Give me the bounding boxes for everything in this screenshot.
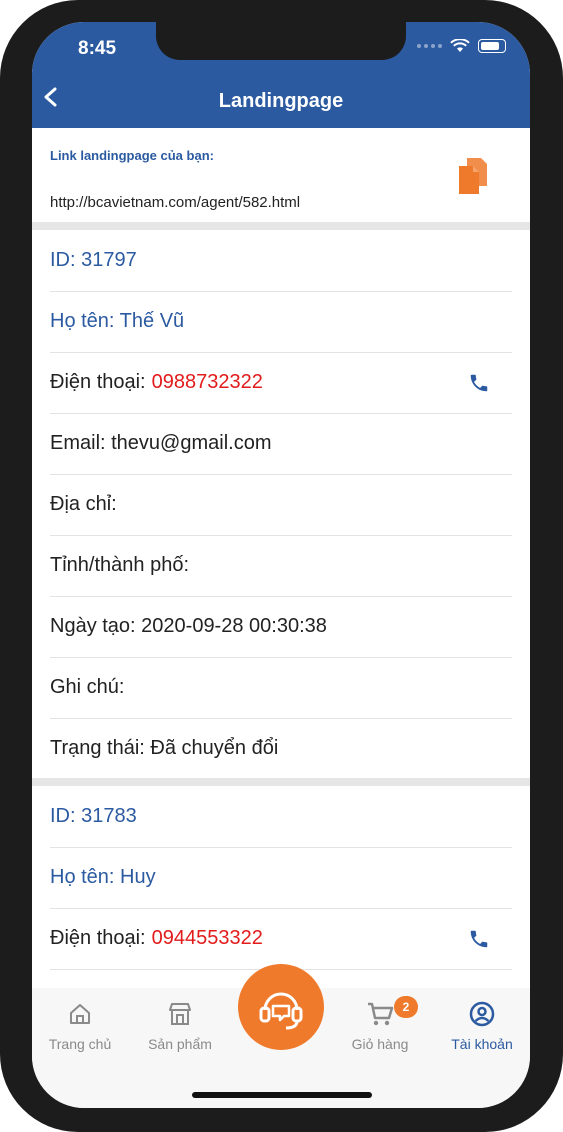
phone-frame: 8:45 Landingpage Link landingpage của bạ… xyxy=(0,0,563,1132)
support-button[interactable] xyxy=(238,964,324,1050)
lead-id: ID: 31783 xyxy=(50,786,512,848)
lead-city: Tỉnh/thành phố: xyxy=(50,535,512,597)
account-icon xyxy=(469,1001,495,1027)
lead-id: ID: 31797 xyxy=(50,230,512,292)
tab-account-label: Tài khoản xyxy=(451,1036,513,1052)
signal-icon xyxy=(417,44,442,48)
lead-email: Email: thevu@gmail.com xyxy=(50,413,512,475)
power-button xyxy=(557,220,563,340)
status-icons xyxy=(417,39,506,53)
tab-home[interactable]: Trang chủ xyxy=(32,1000,128,1052)
app-header: 8:45 Landingpage xyxy=(32,22,530,128)
tab-products[interactable]: Sản phẩm xyxy=(132,1000,228,1052)
status-time: 8:45 xyxy=(78,38,117,59)
phone-label: Điện thoại: xyxy=(50,927,146,949)
store-icon xyxy=(169,1003,191,1025)
phone-icon[interactable] xyxy=(468,928,490,950)
lead-phone-row: Điện thoại: 0944553322 xyxy=(50,908,512,970)
lead-name: Họ tên: Huy xyxy=(50,847,512,909)
tab-account[interactable]: Tài khoản xyxy=(434,1000,530,1052)
section-divider xyxy=(32,222,530,230)
lead-note: Ghi chú: xyxy=(50,657,512,719)
volume-down-button xyxy=(0,304,6,376)
mute-switch xyxy=(0,145,6,185)
app-screen: 8:45 Landingpage Link landingpage của bạ… xyxy=(32,22,530,1108)
lead-name: Họ tên: Thế Vũ xyxy=(50,291,512,353)
battery-icon xyxy=(478,39,506,53)
home-indicator xyxy=(192,1092,372,1098)
tab-products-label: Sản phẩm xyxy=(148,1036,212,1052)
section-divider xyxy=(32,778,530,786)
support-headset-icon xyxy=(259,992,303,1030)
page-title: Landingpage xyxy=(218,90,344,112)
lead-phone-row: Điện thoại: 0988732322 xyxy=(50,352,512,414)
lead-created: Ngày tạo: 2020-09-28 00:30:38 xyxy=(50,596,512,658)
wifi-icon xyxy=(450,39,470,52)
phone-label: Điện thoại: xyxy=(50,371,146,393)
volume-up-button xyxy=(0,220,6,292)
landingpage-link-section: Link landingpage của bạn: http://bcaviet… xyxy=(32,128,530,222)
notch xyxy=(156,22,406,60)
copy-icon[interactable] xyxy=(457,156,489,196)
lead-address: Địa chỉ: xyxy=(50,474,512,536)
phone-number[interactable]: 0944553322 xyxy=(152,927,263,950)
cart-icon xyxy=(368,1002,394,1026)
tab-home-label: Trang chủ xyxy=(48,1036,112,1052)
phone-number[interactable]: 0988732322 xyxy=(152,371,263,394)
lead-status: Trạng thái: Đã chuyển đổi xyxy=(50,737,279,759)
link-label: Link landingpage của bạn: xyxy=(50,148,214,163)
link-url[interactable]: http://bcavietnam.com/agent/582.html xyxy=(50,194,300,211)
tab-cart-label: Giỏ hàng xyxy=(351,1036,409,1052)
bottom-tab-bar: Trang chủ Sản phẩm Giỏ hàng 2 Tài khoản xyxy=(32,964,530,1108)
home-icon xyxy=(70,1004,90,1024)
phone-icon[interactable] xyxy=(468,372,490,394)
cart-badge: 2 xyxy=(394,996,418,1018)
